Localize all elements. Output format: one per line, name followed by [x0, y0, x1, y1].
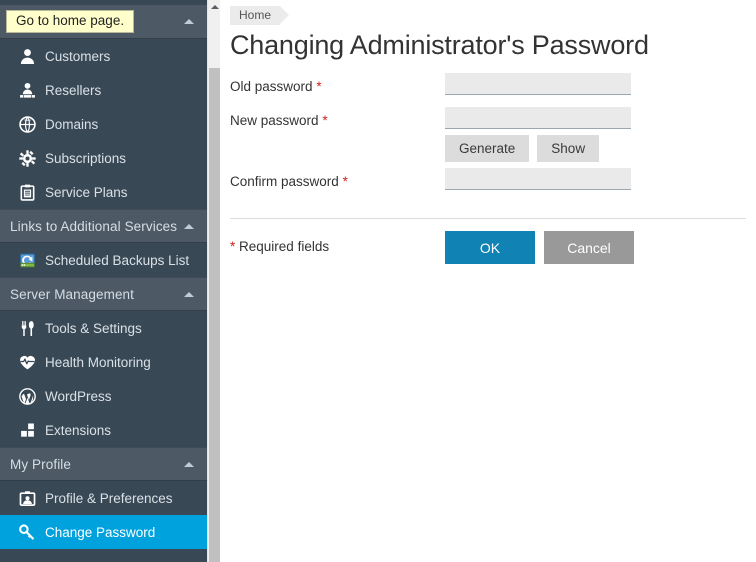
sidebar-item-extensions[interactable]: Extensions [0, 413, 207, 447]
sidebar-scrollbar-track[interactable] [207, 0, 220, 562]
password-helper-buttons: Generate Show [445, 135, 756, 162]
user-icon [14, 46, 40, 66]
app-root: Go to home page. Customers Resellers Dom… [0, 0, 756, 562]
reseller-icon [14, 80, 40, 100]
sidebar-item-service-plans[interactable]: Service Plans [0, 175, 207, 209]
change-password-form: Old password * New password * Generate S… [230, 73, 756, 264]
sidebar-group-label: My Profile [10, 456, 72, 472]
sidebar-item-label: Resellers [45, 82, 102, 98]
sidebar-item-label: Scheduled Backups List [45, 252, 190, 268]
main-sidebar: Go to home page. Customers Resellers Dom… [0, 0, 207, 562]
new-password-label: New password * [230, 107, 445, 128]
sidebar-item-label: Service Plans [45, 184, 128, 200]
sidebar-item-label: WordPress [45, 388, 112, 404]
confirm-password-field-wrap [445, 168, 756, 190]
form-divider [230, 218, 746, 219]
sidebar-item-label: Change Password [45, 524, 156, 540]
sidebar-item-label: Domains [45, 116, 99, 132]
sidebar-item-label: Profile & Preferences [45, 490, 173, 506]
sidebar-item-health-monitoring[interactable]: Health Monitoring [0, 345, 207, 379]
sidebar-item-scheduled-backups-list[interactable]: Scheduled Backups List [0, 243, 207, 277]
sidebar-group-my-profile[interactable]: My Profile [0, 447, 207, 481]
sidebar-group-label: Server Management [10, 286, 135, 302]
sidebar-item-label: Subscriptions [45, 150, 127, 166]
form-row-new-password: New password * Generate Show [230, 107, 756, 162]
sidebar-item-profile-and-preferences[interactable]: Profile & Preferences [0, 481, 207, 515]
old-password-input[interactable] [445, 73, 631, 95]
generate-password-button[interactable]: Generate [445, 135, 530, 162]
sidebar-item-label: Extensions [45, 422, 112, 438]
sidebar-item-subscriptions[interactable]: Subscriptions [0, 141, 207, 175]
action-buttons: OK Cancel [445, 231, 634, 264]
required-fields-note-text: Required fields [239, 239, 330, 254]
new-password-label-text: New password [230, 113, 319, 128]
sidebar-home-row[interactable]: Go to home page. [0, 5, 207, 39]
sidebar-item-label: Customers [45, 48, 111, 64]
sidebar-item-wordpress[interactable]: WordPress [0, 379, 207, 413]
tools-icon [14, 318, 40, 338]
required-star: * [230, 239, 236, 254]
profile-card-icon [14, 488, 40, 508]
sidebar-group-server-management[interactable]: Server Management [0, 277, 207, 311]
heart-pulse-icon [14, 352, 40, 372]
extensions-icon [14, 420, 40, 440]
breadcrumb: Home [230, 0, 756, 26]
sidebar-region: Go to home page. Customers Resellers Dom… [0, 0, 220, 562]
cancel-button[interactable]: Cancel [544, 231, 634, 264]
sidebar-item-label: Tools & Settings [45, 320, 142, 336]
gear-icon [14, 148, 40, 168]
form-row-confirm-password: Confirm password * [230, 168, 756, 202]
sidebar-group-links-to-additional-services[interactable]: Links to Additional Services [0, 209, 207, 243]
chevron-up-icon[interactable] [184, 291, 194, 297]
sidebar-item-customers[interactable]: Customers [0, 39, 207, 73]
new-password-field-wrap: Generate Show [445, 107, 756, 162]
required-star: * [316, 79, 322, 94]
breadcrumb-item-home[interactable]: Home [230, 6, 290, 25]
globe-icon [14, 114, 40, 134]
sidebar-item-tools-and-settings[interactable]: Tools & Settings [0, 311, 207, 345]
sidebar-item-label: Health Monitoring [45, 354, 151, 370]
show-password-button[interactable]: Show [537, 135, 600, 162]
old-password-label-text: Old password [230, 79, 313, 94]
chevron-up-icon[interactable] [184, 461, 194, 467]
sidebar-group-label: Links to Additional Services [10, 218, 178, 234]
sidebar-item-change-password[interactable]: Change Password [0, 515, 207, 549]
form-actions: * Required fields OK Cancel [230, 231, 756, 264]
chevron-up-icon[interactable] [184, 223, 194, 229]
wordpress-icon [14, 386, 40, 406]
sidebar-scrollbar-thumb[interactable] [209, 68, 220, 562]
required-star: * [322, 113, 328, 128]
confirm-password-label-text: Confirm password [230, 174, 339, 189]
old-password-label: Old password * [230, 73, 445, 94]
form-row-old-password: Old password * [230, 73, 756, 107]
page-title: Changing Administrator's Password [230, 30, 649, 60]
main-content: Home Changing Administrator's Password O… [220, 0, 756, 562]
sidebar-item-resellers[interactable]: Resellers [0, 73, 207, 107]
key-icon [14, 522, 40, 542]
confirm-password-label: Confirm password * [230, 168, 445, 189]
required-fields-note: * Required fields [230, 231, 445, 254]
chevron-up-icon[interactable] [184, 19, 194, 24]
old-password-field-wrap [445, 73, 756, 95]
ok-button[interactable]: OK [445, 231, 535, 264]
required-star: * [342, 174, 348, 189]
home-tooltip: Go to home page. [6, 9, 135, 34]
confirm-password-input[interactable] [445, 168, 631, 190]
backup-icon [14, 250, 40, 270]
new-password-input[interactable] [445, 107, 631, 129]
sidebar-item-domains[interactable]: Domains [0, 107, 207, 141]
clipboard-icon [14, 182, 40, 202]
